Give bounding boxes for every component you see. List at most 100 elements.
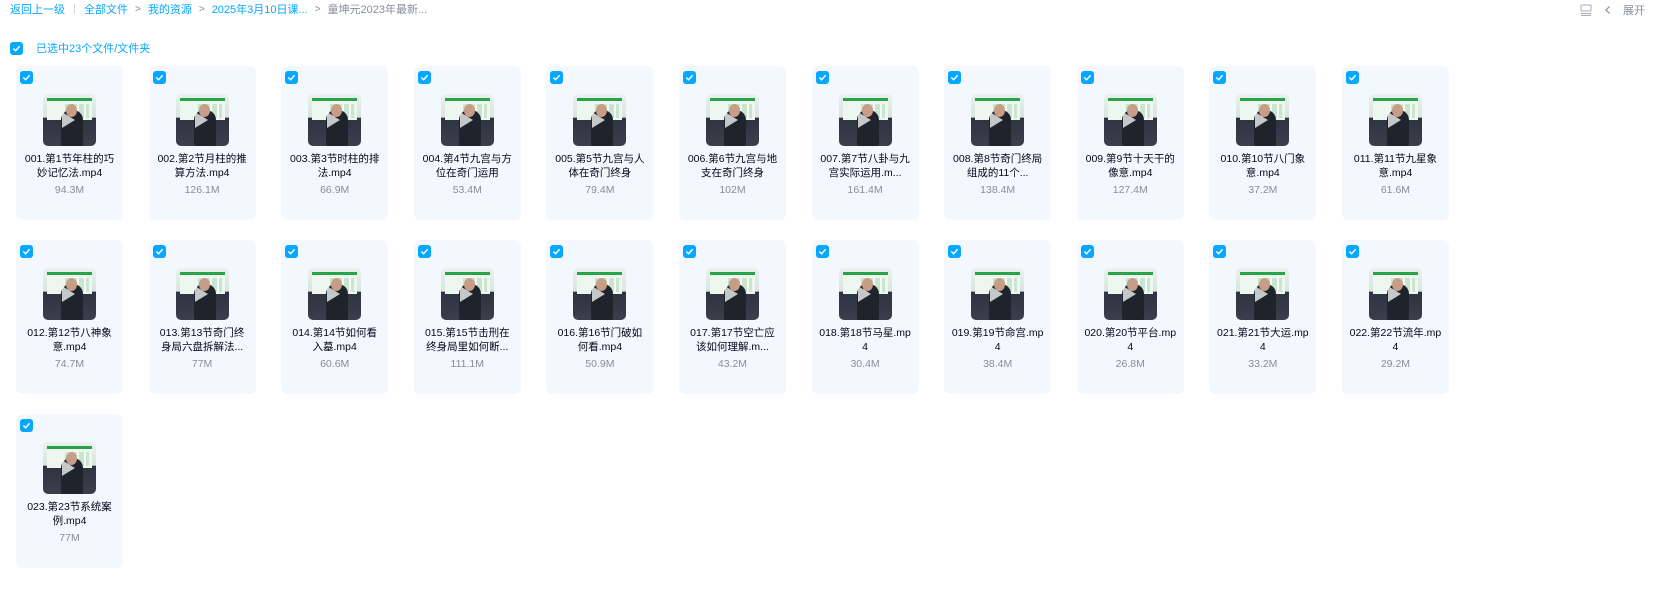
file-card[interactable]: 022.第22节流年.mp4 29.2M — [1341, 240, 1449, 394]
file-card[interactable]: 008.第8节奇门终局组成的11个... 138.4M — [944, 66, 1052, 220]
file-size: 102M — [719, 184, 746, 196]
video-thumbnail — [43, 94, 96, 146]
file-size: 111.1M — [450, 358, 485, 370]
file-size: 43.2M — [717, 358, 748, 370]
chevron-left-icon[interactable] — [1601, 3, 1615, 17]
file-name: 001.第1节年柱的巧妙记忆法.mp4 — [24, 153, 115, 179]
back-link[interactable]: 返回上一级 — [10, 1, 65, 17]
file-card[interactable]: 009.第9节十天干的像意.mp4 127.4M — [1076, 66, 1184, 220]
expand-button[interactable]: 展开 — [1623, 2, 1645, 18]
file-card[interactable]: 016.第16节门破如何看.mp4 50.9M — [546, 240, 654, 394]
file-card[interactable]: 010.第10节八门象意.mp4 37.2M — [1209, 66, 1317, 220]
file-card[interactable]: 018.第18节马星.mp4 30.4M — [811, 240, 919, 394]
file-card[interactable]: 014.第14节如何看入墓.mp4 60.6M — [281, 240, 389, 394]
file-card[interactable]: 007.第7节八卦与九宫实际运用.m... 161.4M — [811, 66, 919, 220]
file-size: 29.2M — [1380, 358, 1411, 370]
select-all-checkbox[interactable] — [10, 41, 23, 55]
video-thumbnail — [440, 268, 494, 320]
file-name: 012.第12节八神象意.mp4 — [27, 327, 112, 353]
play-icon — [194, 112, 208, 128]
video-thumbnail — [971, 268, 1025, 320]
file-size: 66.9M — [320, 184, 350, 196]
breadcrumb-item-all-files[interactable]: 全部文件 — [84, 1, 128, 17]
file-checkbox[interactable] — [417, 245, 431, 258]
file-grid: 001.第1节年柱的巧妙记忆法.mp4 94.3M 002.第2节月柱的推算方法… — [16, 66, 1496, 568]
file-checkbox[interactable] — [815, 71, 829, 84]
breadcrumb-item-my-resources[interactable]: 我的资源 — [148, 1, 192, 17]
video-thumbnail — [573, 94, 627, 146]
play-icon — [1122, 112, 1136, 128]
video-thumbnail — [308, 268, 362, 320]
video-thumbnail — [705, 268, 759, 320]
file-card[interactable]: 013.第13节奇门终身局六盘拆解法... 77M — [148, 240, 256, 394]
video-thumbnail — [1103, 94, 1157, 146]
file-size: 138.4M — [980, 184, 1016, 196]
file-size: 37.2M — [1248, 184, 1278, 196]
file-checkbox[interactable] — [285, 71, 299, 84]
video-thumbnail — [43, 268, 96, 320]
file-name: 015.第15节击刑在终身局里如何断... — [424, 327, 510, 353]
file-card[interactable]: 015.第15节击刑在终身局里如何断... 111.1M — [413, 240, 521, 394]
file-name: 003.第3节时柱的排法.mp4 — [290, 153, 380, 179]
file-checkbox[interactable] — [1080, 245, 1094, 258]
video-thumbnail — [1368, 94, 1422, 146]
file-checkbox[interactable] — [550, 245, 564, 258]
file-card[interactable]: 020.第20节平台.mp4 26.8M — [1076, 240, 1184, 394]
breadcrumb-item-course-folder[interactable]: 2025年3月10日课... — [212, 1, 308, 17]
video-thumbnail — [838, 268, 892, 320]
file-name: 017.第17节空亡应该如何理解.m... — [690, 327, 775, 353]
selection-count: 已选中23个文件/文件夹 — [36, 43, 151, 55]
file-name: 011.第11节九星象意.mp4 — [1353, 153, 1437, 179]
play-icon — [724, 112, 738, 128]
file-checkbox[interactable] — [815, 245, 829, 258]
file-checkbox[interactable] — [682, 71, 696, 84]
play-icon — [1387, 112, 1401, 128]
file-card[interactable]: 003.第3节时柱的排法.mp4 66.9M — [281, 66, 389, 220]
file-checkbox[interactable] — [152, 71, 166, 84]
play-icon — [592, 112, 606, 128]
play-icon — [857, 112, 871, 128]
file-checkbox[interactable] — [20, 245, 33, 258]
file-checkbox[interactable] — [152, 245, 166, 258]
file-card[interactable]: 012.第12节八神象意.mp4 74.7M — [16, 240, 123, 394]
file-checkbox[interactable] — [20, 419, 33, 432]
file-card[interactable]: 002.第2节月柱的推算方法.mp4 126.1M — [148, 66, 256, 220]
play-icon — [62, 112, 75, 128]
file-checkbox[interactable] — [1213, 71, 1227, 84]
file-card[interactable]: 023.第23节系统案例.mp4 77M — [16, 414, 123, 568]
file-checkbox[interactable] — [1080, 71, 1094, 84]
video-thumbnail — [308, 94, 362, 146]
file-checkbox[interactable] — [1345, 245, 1359, 258]
file-size: 26.8M — [1115, 358, 1145, 370]
file-card[interactable]: 019.第19节命宫.mp4 38.4M — [944, 240, 1052, 394]
file-card[interactable]: 017.第17节空亡应该如何理解.m... 43.2M — [678, 240, 786, 394]
file-size: 38.4M — [983, 358, 1013, 370]
file-size: 161.4M — [847, 184, 883, 196]
file-card[interactable]: 006.第6节九宫与地支在奇门终身 102M — [678, 66, 786, 220]
divider — [74, 4, 75, 14]
toolbar: 展开 — [1579, 2, 1645, 18]
file-size: 61.6M — [1380, 184, 1411, 196]
file-card[interactable]: 011.第11节九星象意.mp4 61.6M — [1341, 66, 1449, 220]
file-checkbox[interactable] — [285, 245, 299, 258]
file-checkbox[interactable] — [20, 71, 33, 84]
file-card[interactable]: 005.第5节九宫与人体在奇门终身 79.4M — [546, 66, 654, 220]
file-checkbox[interactable] — [682, 245, 696, 258]
file-size: 53.4M — [452, 184, 482, 196]
file-name: 006.第6节九宫与地支在奇门终身 — [687, 153, 778, 179]
video-thumbnail — [175, 94, 229, 146]
file-card[interactable]: 021.第21节大运.mp4 33.2M — [1209, 240, 1317, 394]
file-checkbox[interactable] — [948, 245, 962, 258]
file-checkbox[interactable] — [948, 71, 962, 84]
file-checkbox[interactable] — [417, 71, 431, 84]
list-view-icon[interactable] — [1579, 3, 1593, 17]
file-card[interactable]: 001.第1节年柱的巧妙记忆法.mp4 94.3M — [16, 66, 123, 220]
file-checkbox[interactable] — [550, 71, 564, 84]
file-checkbox[interactable] — [1345, 71, 1359, 84]
file-card[interactable]: 004.第4节九宫与方位在奇门运用 53.4M — [413, 66, 521, 220]
video-thumbnail — [705, 94, 759, 146]
file-size: 79.4M — [585, 184, 615, 196]
file-checkbox[interactable] — [1213, 245, 1227, 258]
play-icon — [990, 286, 1004, 302]
video-thumbnail — [1236, 94, 1290, 146]
